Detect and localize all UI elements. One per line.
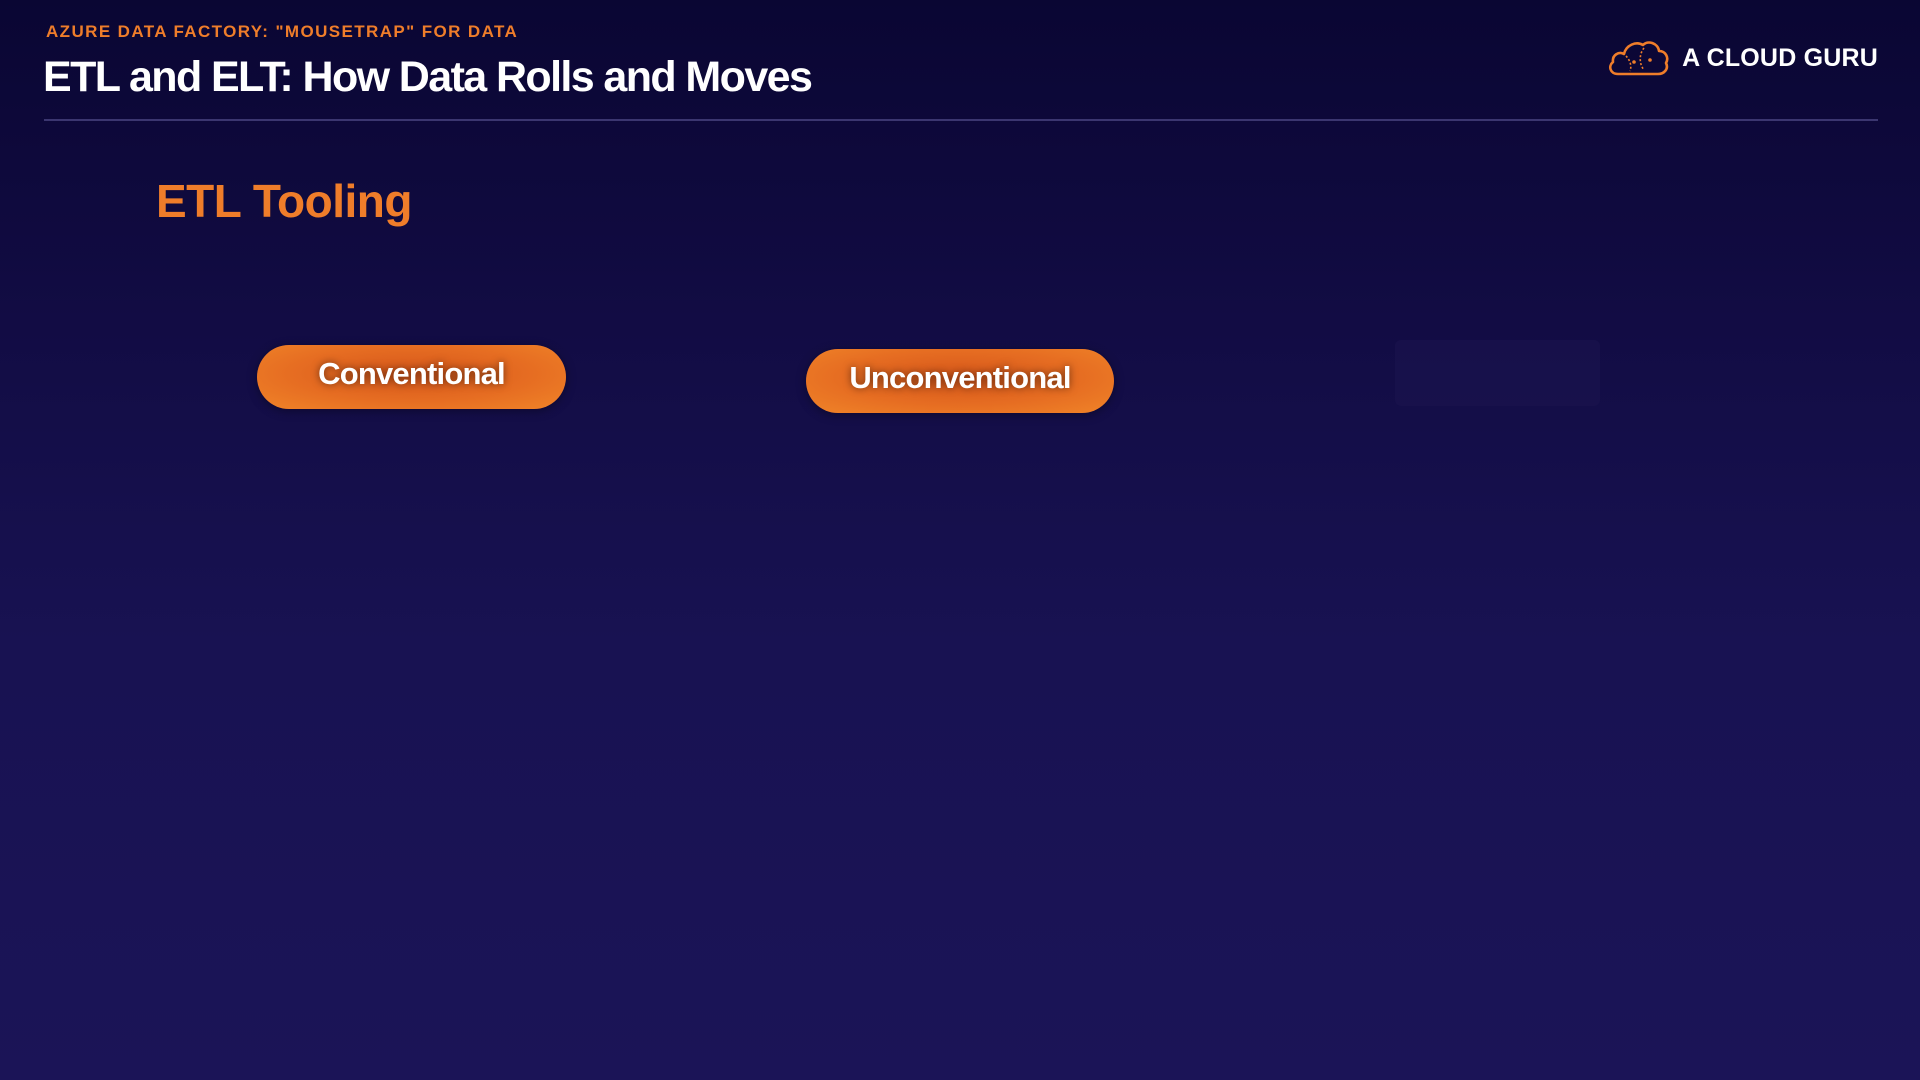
brand-logo: A CLOUD GURU [1606,36,1878,80]
header-divider [44,119,1878,121]
faded-placeholder [1395,340,1600,406]
conventional-button[interactable]: Conventional [257,345,566,409]
section-title: ETL Tooling [156,175,412,227]
course-eyebrow: AZURE DATA FACTORY: "MOUSETRAP" FOR DATA [46,22,519,41]
brand-name: A CLOUD GURU [1682,43,1878,72]
cloud-logo-icon [1609,41,1669,76]
unconventional-button[interactable]: Unconventional [806,349,1114,413]
slide-title: ETL and ELT: How Data Rolls and Moves [43,53,813,101]
